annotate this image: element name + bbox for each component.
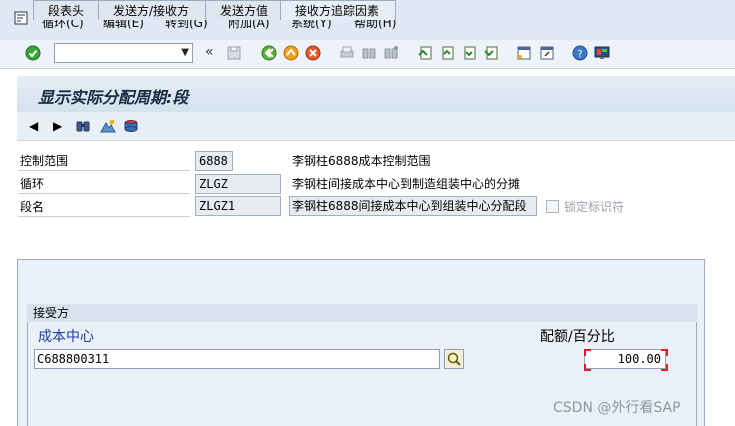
search-help-button[interactable] bbox=[444, 349, 464, 369]
cycle-label-underline bbox=[18, 193, 190, 194]
controlling-area-label: 控制范围 bbox=[20, 154, 69, 168]
tab-receiver-tracing-factor[interactable]: 接收方追踪因素 bbox=[280, 0, 396, 20]
controlling-area-description: 李钢柱6888成本控制范围 bbox=[292, 154, 431, 168]
segment-name-label: 段名 bbox=[20, 200, 45, 214]
svg-text:?: ? bbox=[577, 49, 582, 60]
segment-name-label-underline bbox=[18, 216, 190, 217]
cycle-field[interactable]: ZLGZ bbox=[195, 174, 281, 194]
create-session-icon[interactable] bbox=[516, 45, 532, 61]
segment-stack-icon[interactable] bbox=[123, 118, 139, 134]
tab-sender-values[interactable]: 发送方值 bbox=[205, 0, 286, 20]
previous-page-icon[interactable] bbox=[439, 45, 455, 61]
lock-indicator[interactable]: 锁定标识符 bbox=[546, 198, 624, 215]
lock-indicator-label: 锁定标识符 bbox=[564, 200, 625, 214]
page-title: 显示实际分配周期:段 bbox=[38, 88, 189, 107]
receiver-group-title: 接受方 bbox=[27, 304, 697, 322]
percentage-input[interactable]: 100.00 bbox=[584, 349, 666, 369]
required-marker-bottom-left bbox=[584, 364, 591, 371]
dropdown-arrow-icon[interactable]: ▼ bbox=[181, 48, 189, 58]
overview-mountain-icon[interactable] bbox=[100, 118, 116, 134]
last-page-icon[interactable] bbox=[483, 45, 499, 61]
search-help-icon bbox=[447, 352, 461, 366]
controlling-area-field[interactable]: 6888 bbox=[195, 151, 233, 171]
cycle-description: 李钢柱间接成本中心到制造组装中心的分摊 bbox=[292, 177, 521, 191]
required-marker-top-right bbox=[661, 349, 668, 356]
cycle-label: 循环 bbox=[20, 177, 45, 191]
find-next-icon[interactable] bbox=[383, 45, 399, 61]
save-icon[interactable] bbox=[226, 45, 242, 61]
cost-center-input[interactable]: C688800311 bbox=[34, 349, 440, 369]
tab-sender-receiver[interactable]: 发送方/接收方 bbox=[98, 0, 209, 20]
controlling-area-label-underline bbox=[18, 170, 190, 171]
previous-segment-icon[interactable]: ◀ bbox=[29, 118, 45, 134]
find-icon[interactable] bbox=[361, 45, 377, 61]
binoculars-icon[interactable] bbox=[75, 118, 91, 134]
required-marker-bottom-right bbox=[661, 364, 668, 371]
tab-segment-header[interactable]: 段表头 bbox=[33, 0, 104, 20]
collapse-icon[interactable]: « bbox=[205, 44, 214, 60]
back-icon[interactable] bbox=[261, 45, 277, 61]
command-field[interactable]: ▼ bbox=[54, 43, 193, 63]
first-page-icon[interactable] bbox=[417, 45, 433, 61]
watermark: CSDN @外行看SAP bbox=[553, 400, 681, 416]
segment-name-field[interactable]: ZLGZ1 bbox=[195, 196, 281, 216]
next-segment-icon[interactable]: ▶ bbox=[53, 118, 69, 134]
enter-check-icon[interactable] bbox=[25, 45, 41, 61]
cancel-icon[interactable] bbox=[305, 45, 321, 61]
segment-description-field[interactable]: 李钢柱6888间接成本中心到组装中心分配段 bbox=[289, 196, 537, 216]
cost-center-header: 成本中心 bbox=[38, 329, 94, 345]
help-icon[interactable]: ? bbox=[572, 45, 588, 61]
session-menu-icon[interactable] bbox=[14, 11, 28, 25]
lock-indicator-checkbox[interactable] bbox=[546, 200, 559, 213]
next-page-icon[interactable] bbox=[461, 45, 477, 61]
required-marker-top-left bbox=[584, 349, 591, 356]
customize-layout-icon[interactable] bbox=[594, 45, 610, 61]
percentage-header: 配额/百分比 bbox=[540, 329, 615, 345]
print-icon[interactable] bbox=[339, 45, 355, 61]
shortcut-icon[interactable] bbox=[539, 45, 555, 61]
exit-icon[interactable] bbox=[283, 45, 299, 61]
